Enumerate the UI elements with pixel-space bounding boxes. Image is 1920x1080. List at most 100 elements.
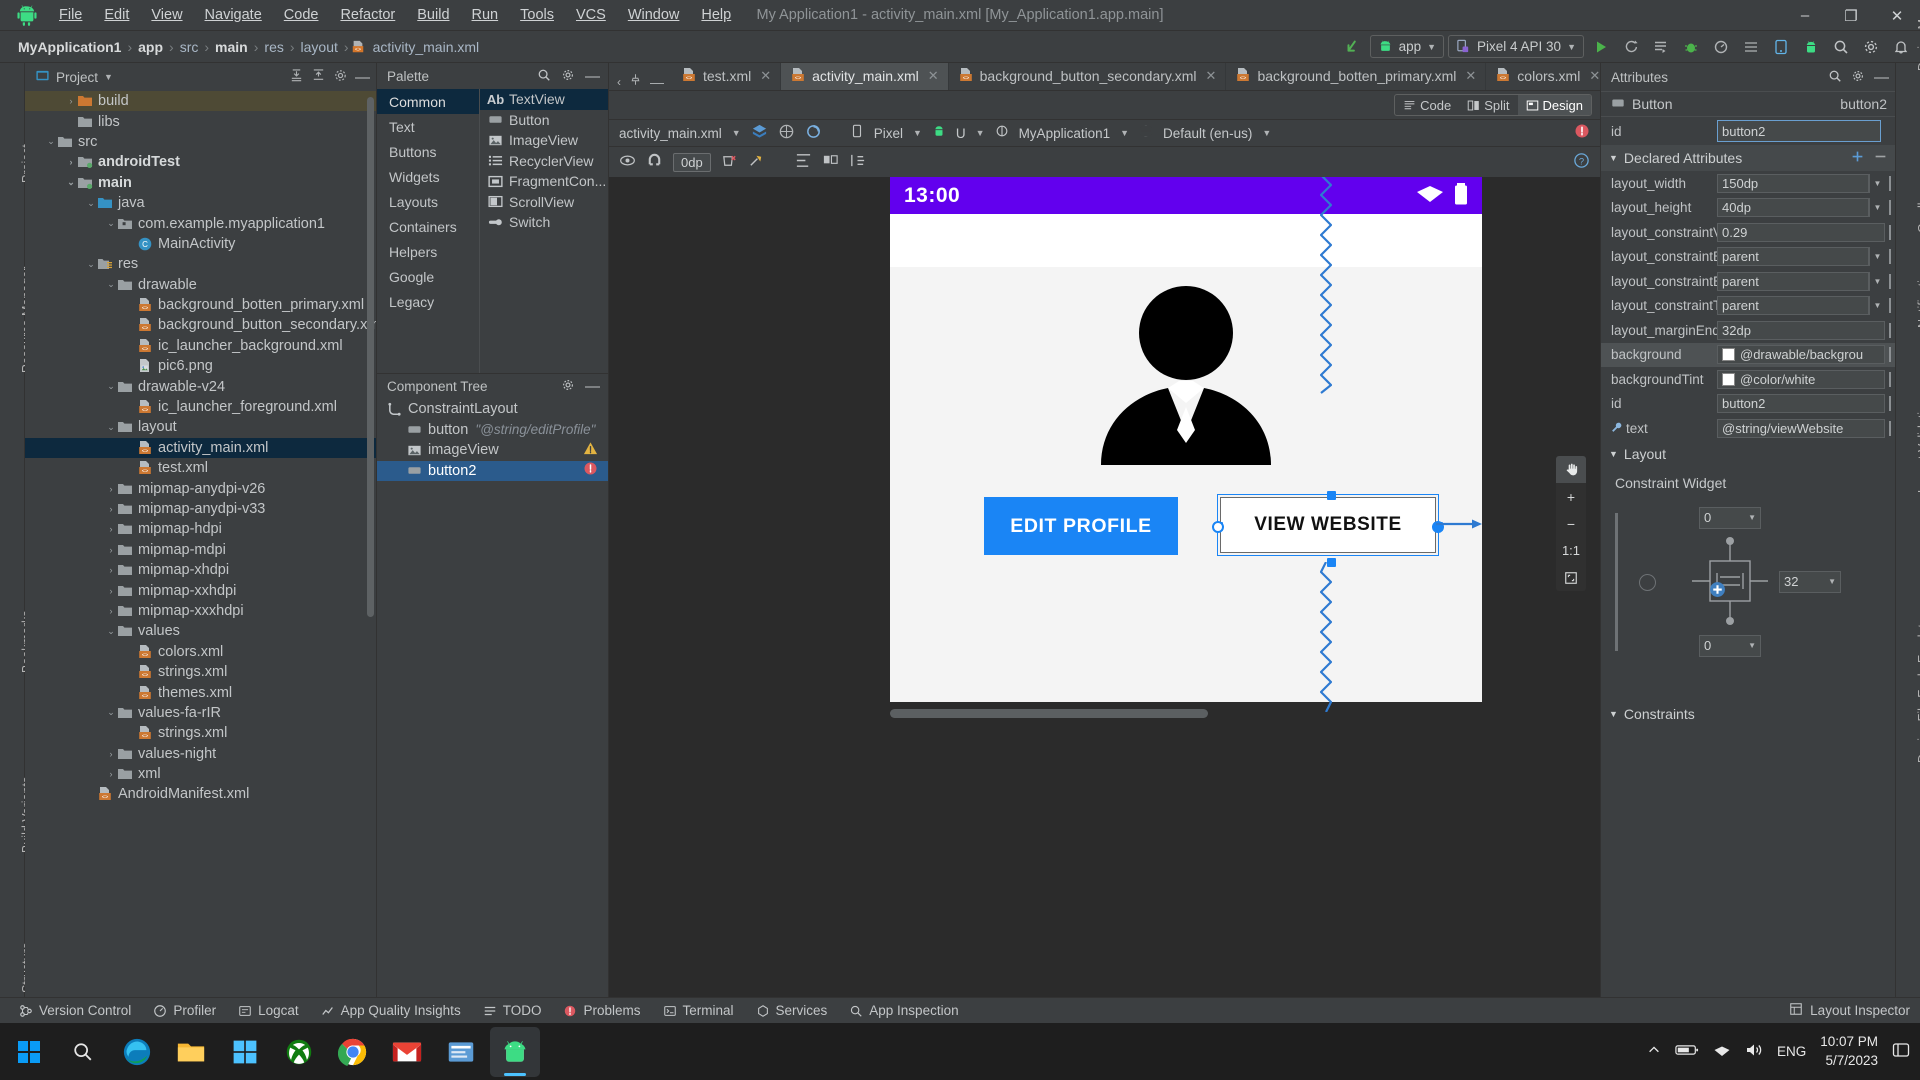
- chrome-app[interactable]: [328, 1027, 378, 1077]
- tab-back-icon[interactable]: ‹: [617, 75, 621, 89]
- bottom-services[interactable]: Services: [747, 1001, 837, 1020]
- component-tree-minimize-icon[interactable]: —: [585, 379, 600, 394]
- bottom-profiler[interactable]: Profiler: [144, 1001, 225, 1020]
- tree-node[interactable]: <> themes.xml: [25, 682, 376, 702]
- module-selector[interactable]: app ▼: [1369, 35, 1445, 58]
- menu-file[interactable]: File: [48, 3, 93, 27]
- chevron-down-icon[interactable]: ▼: [1869, 173, 1885, 193]
- xbox-app[interactable]: [274, 1027, 324, 1077]
- notes-app[interactable]: [436, 1027, 486, 1077]
- zoom-fit-button[interactable]: [1556, 564, 1586, 591]
- strip-device-file-explorer[interactable]: Device File Explorer: [1916, 651, 1920, 763]
- tree-node[interactable]: › mipmap-mdpi: [25, 540, 376, 560]
- attribute-row-layout_constraintE[interactable]: layout_constraintE... parent ▼: [1601, 269, 1895, 294]
- attribute-input-id[interactable]: button2: [1717, 120, 1881, 142]
- component-tree[interactable]: ConstraintLayout button "@string/editProfi…: [377, 399, 608, 997]
- chevron-down-icon[interactable]: ▼: [732, 128, 741, 138]
- language-indicator[interactable]: ENG: [1777, 1044, 1806, 1059]
- palette-category-containers[interactable]: Containers: [377, 214, 479, 239]
- mode-code[interactable]: Code: [1395, 95, 1459, 115]
- tree-node[interactable]: › androidTest: [25, 152, 376, 172]
- tree-node[interactable]: › mipmap-anydpi-v26: [25, 478, 376, 498]
- tree-node[interactable]: › mipmap-xxxhdpi: [25, 601, 376, 621]
- chevron-right-icon[interactable]: ›: [105, 565, 117, 575]
- tray-expand-icon[interactable]: [1647, 1043, 1661, 1060]
- notification-center-icon[interactable]: [1892, 1042, 1910, 1061]
- menu-refactor[interactable]: Refactor: [329, 3, 406, 27]
- tree-node[interactable]: ⌄ values-fa-rIR: [25, 703, 376, 723]
- attributes-gear-icon[interactable]: [1851, 69, 1865, 86]
- tree-node[interactable]: ⌄ res: [25, 254, 376, 274]
- bottom-terminal[interactable]: Terminal: [654, 1001, 743, 1020]
- menu-edit[interactable]: Edit: [93, 3, 140, 27]
- tree-node[interactable]: <> background_button_secondary.xml: [25, 315, 376, 335]
- attribute-row-layout_width[interactable]: layout_width 150dp ▼: [1601, 171, 1895, 196]
- bias-handle[interactable]: [1639, 573, 1656, 591]
- palette-category-layouts[interactable]: Layouts: [377, 189, 479, 214]
- tree-node[interactable]: <> AndroidManifest.xml: [25, 784, 376, 804]
- tree-node[interactable]: <> activity_main.xml: [25, 437, 376, 459]
- mode-split[interactable]: Split: [1459, 95, 1517, 115]
- palette-item-switch[interactable]: Switch: [480, 212, 608, 233]
- chevron-down-icon[interactable]: ⌄: [105, 422, 117, 433]
- palette-minimize-icon[interactable]: —: [585, 69, 600, 84]
- tree-node[interactable]: <> background_botten_primary.xml: [25, 295, 376, 315]
- chevron-down-icon[interactable]: ▼: [1120, 128, 1129, 138]
- close-button[interactable]: ✕: [1874, 0, 1920, 31]
- default-margin-value[interactable]: 0dp: [673, 152, 711, 172]
- palette-gear-icon[interactable]: [561, 68, 575, 85]
- back-arrow-icon[interactable]: [1340, 34, 1366, 60]
- preview-edit-profile-button[interactable]: EDIT PROFILE: [984, 497, 1178, 555]
- preview-view-website-button[interactable]: VIEW WEBSITE: [1220, 497, 1436, 553]
- menu-view[interactable]: View: [140, 3, 193, 27]
- breadcrumb-file[interactable]: activity_main.xml: [369, 38, 484, 56]
- component-tree-node[interactable]: imageView: [377, 440, 608, 461]
- menu-run[interactable]: Run: [461, 3, 510, 27]
- attribute-row-backgroundTint[interactable]: backgroundTint @color/white: [1601, 367, 1895, 392]
- design-help-icon[interactable]: ?: [1573, 152, 1590, 173]
- tree-node[interactable]: ⌄ layout: [25, 417, 376, 437]
- device-selector[interactable]: Pixel 4 API 30 ▼: [1448, 35, 1584, 58]
- attribute-row-layout_height[interactable]: layout_height 40dp ▼: [1601, 196, 1895, 221]
- bottom-problems[interactable]: Problems: [554, 1001, 649, 1020]
- palette-categories[interactable]: Common Text Buttons Widgets Layouts Container…: [377, 89, 479, 373]
- constraint-anchor-left[interactable]: [1212, 521, 1224, 533]
- palette-category-helpers[interactable]: Helpers: [377, 239, 479, 264]
- pack-icon[interactable]: [849, 152, 866, 173]
- tree-node[interactable]: › mipmap-xxhdpi: [25, 580, 376, 600]
- palette-item-scrollview[interactable]: ScrollView: [480, 192, 608, 213]
- tree-node[interactable]: ⌄ drawable: [25, 275, 376, 295]
- attribute-row-layout_marginEnd[interactable]: layout_marginEnd 32dp: [1601, 318, 1895, 343]
- tree-node[interactable]: ⌄ src: [25, 132, 376, 152]
- close-icon[interactable]: ✕: [1589, 68, 1600, 84]
- settings-gear-icon[interactable]: [1858, 34, 1884, 60]
- menu-window[interactable]: Window: [617, 3, 691, 27]
- attribute-row-text[interactable]: text @string/viewWebsite: [1601, 416, 1895, 441]
- tab-minimize-icon[interactable]: —: [650, 75, 664, 89]
- tree-node[interactable]: ⌄ java: [25, 193, 376, 213]
- menu-vcs[interactable]: VCS: [565, 3, 617, 27]
- battery-tray-icon[interactable]: [1675, 1043, 1699, 1060]
- magnet-autoconnect-icon[interactable]: [646, 152, 663, 173]
- tree-node[interactable]: libs: [25, 111, 376, 131]
- palette-item-imageview[interactable]: ImageView: [480, 130, 608, 151]
- debug-rerun-icon[interactable]: [1618, 34, 1644, 60]
- palette-item-button[interactable]: Button: [480, 110, 608, 131]
- chevron-down-icon[interactable]: ⌄: [85, 259, 97, 270]
- bottom-app-quality-insights[interactable]: App Quality Insights: [312, 1001, 470, 1020]
- infer-constraints-icon[interactable]: [748, 152, 765, 173]
- panel-settings-gear-icon[interactable]: [333, 68, 348, 86]
- palette-item-fragmentcon[interactable]: FragmentCon...: [480, 171, 608, 192]
- gmail-app[interactable]: [382, 1027, 432, 1077]
- align-icon[interactable]: [795, 152, 812, 173]
- blueprint-icon[interactable]: [778, 123, 795, 144]
- hide-panel-icon[interactable]: —: [355, 70, 370, 85]
- device-config-selector[interactable]: Pixel: [874, 126, 903, 141]
- add-constraint-plus-icon[interactable]: [1709, 581, 1726, 598]
- palette-category-common[interactable]: Common: [377, 89, 479, 114]
- editor-tab-background_botten_primary-xml[interactable]: <> background_botten_primary.xml ✕: [1226, 62, 1487, 90]
- chevron-down-icon[interactable]: ⌄: [105, 381, 117, 392]
- chevron-down-icon[interactable]: ▼: [1262, 128, 1271, 138]
- breadcrumb-layout[interactable]: layout: [297, 38, 342, 56]
- attribute-row-layout_constraintB[interactable]: layout_constraintB... parent ▼: [1601, 245, 1895, 270]
